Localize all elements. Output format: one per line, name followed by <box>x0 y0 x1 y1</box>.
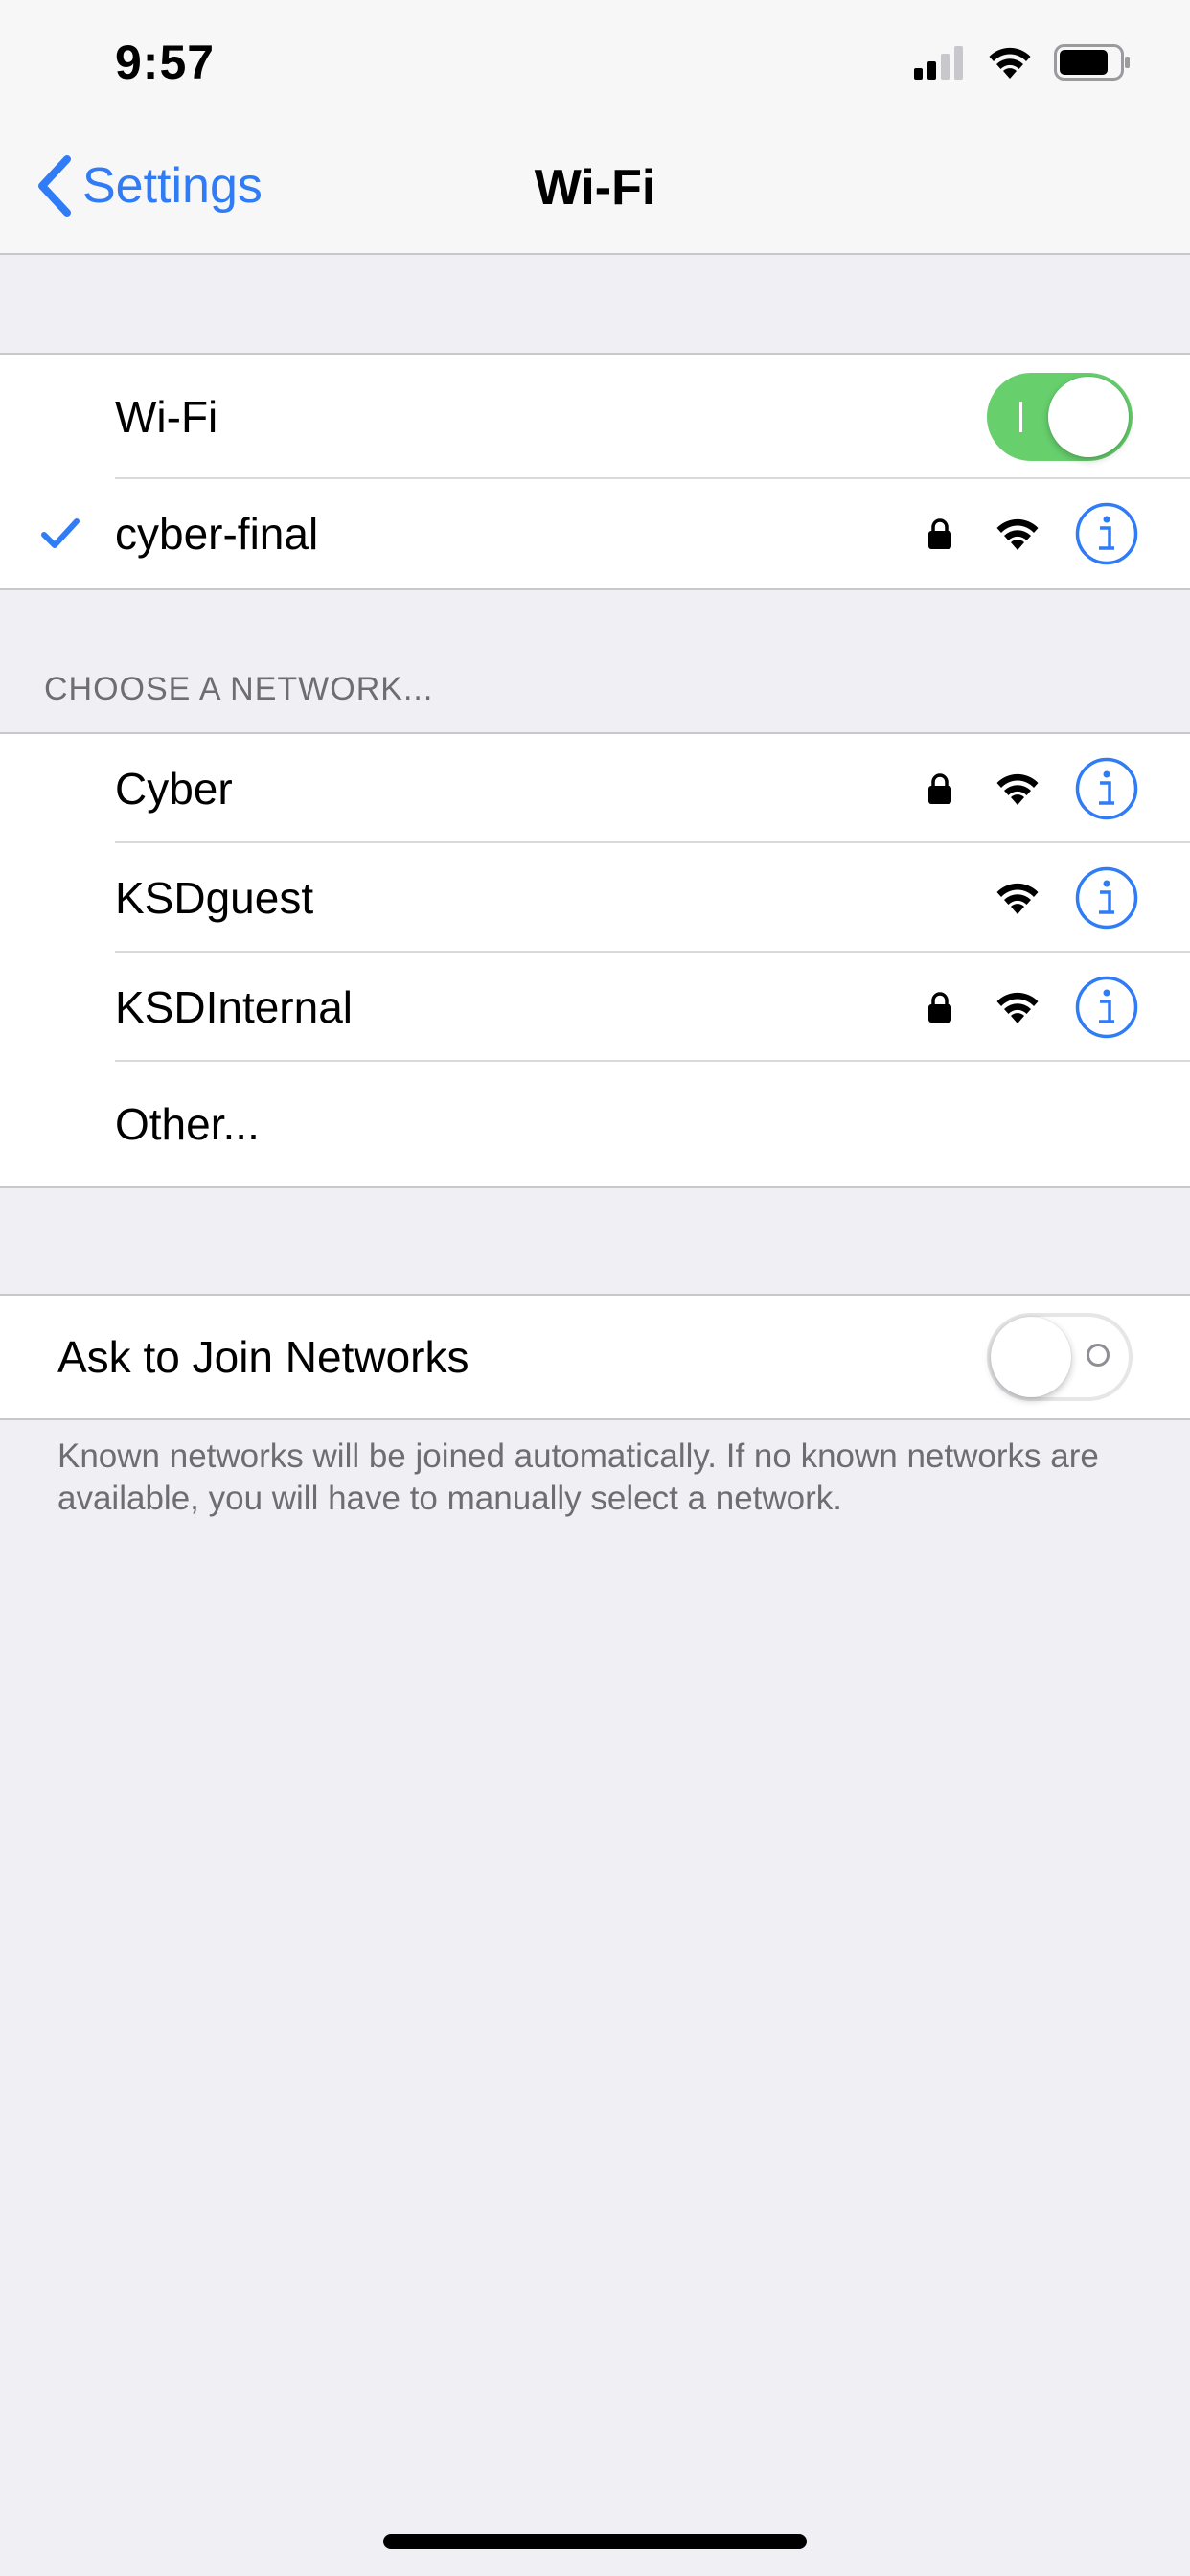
connected-network-row[interactable]: cyber-final <box>0 479 1190 588</box>
lock-spacer <box>927 882 952 914</box>
network-row-other[interactable]: Other... <box>0 1062 1190 1186</box>
network-status-icons <box>927 866 1138 930</box>
status-time: 9:57 <box>115 35 216 89</box>
wifi-group: Wi-Fi cyber-final <box>0 353 1190 590</box>
navigation-bar: Settings Wi-Fi <box>0 126 1190 255</box>
network-status-icons <box>927 976 1138 1039</box>
page-title: Wi-Fi <box>534 160 656 216</box>
info-icon[interactable] <box>1075 866 1138 930</box>
wifi-signal-icon <box>996 883 1039 914</box>
network-status-icons <box>927 502 1138 565</box>
ask-to-join-footnote: Known networks will be joined automatica… <box>57 1438 1099 1517</box>
info-icon[interactable] <box>1075 502 1138 565</box>
wifi-toggle-row: Wi-Fi <box>0 355 1190 479</box>
wifi-signal-icon <box>996 992 1039 1024</box>
wifi-icon <box>989 47 1031 79</box>
networks-group: Cyber KSDguest KSDInternal Other... <box>0 732 1190 1188</box>
section-header-choose-network: CHOOSE A NETWORK... <box>44 671 434 707</box>
cellular-signal-icon <box>914 46 963 80</box>
network-row-cyber[interactable]: Cyber <box>0 734 1190 843</box>
status-icons <box>914 44 1131 80</box>
wifi-toggle[interactable] <box>987 373 1133 461</box>
info-icon[interactable] <box>1075 976 1138 1039</box>
network-row-ksdguest[interactable]: KSDguest <box>0 843 1190 953</box>
ask-to-join-label: Ask to Join Networks <box>57 1332 469 1382</box>
ask-to-join-toggle[interactable] <box>987 1313 1133 1401</box>
ask-to-join-row: Ask to Join Networks <box>0 1296 1190 1418</box>
status-bar: 9:57 <box>0 0 1190 126</box>
lock-icon <box>928 992 951 1023</box>
ask-to-join-group: Ask to Join Networks <box>0 1294 1190 1420</box>
network-status-icons <box>927 757 1138 820</box>
home-indicator[interactable] <box>383 2534 807 2549</box>
checkmark-icon <box>41 518 80 548</box>
toggle-off-mark <box>1087 1344 1110 1367</box>
lock-icon <box>928 518 951 549</box>
wifi-signal-icon <box>996 518 1039 550</box>
wifi-toggle-label: Wi-Fi <box>115 392 218 442</box>
network-row-ksdinternal[interactable]: KSDInternal <box>0 953 1190 1062</box>
toggle-on-mark <box>1019 402 1022 432</box>
toggle-knob <box>1048 377 1129 457</box>
lock-icon <box>928 773 951 804</box>
toggle-knob <box>991 1317 1071 1397</box>
info-icon[interactable] <box>1075 757 1138 820</box>
connected-network-name: cyber-final <box>115 509 319 559</box>
wifi-signal-icon <box>996 773 1039 805</box>
other-network-label: Other... <box>115 1099 260 1149</box>
network-name: KSDguest <box>115 873 314 923</box>
network-name: Cyber <box>115 764 233 814</box>
battery-icon <box>1054 44 1130 80</box>
network-name: KSDInternal <box>115 982 354 1032</box>
